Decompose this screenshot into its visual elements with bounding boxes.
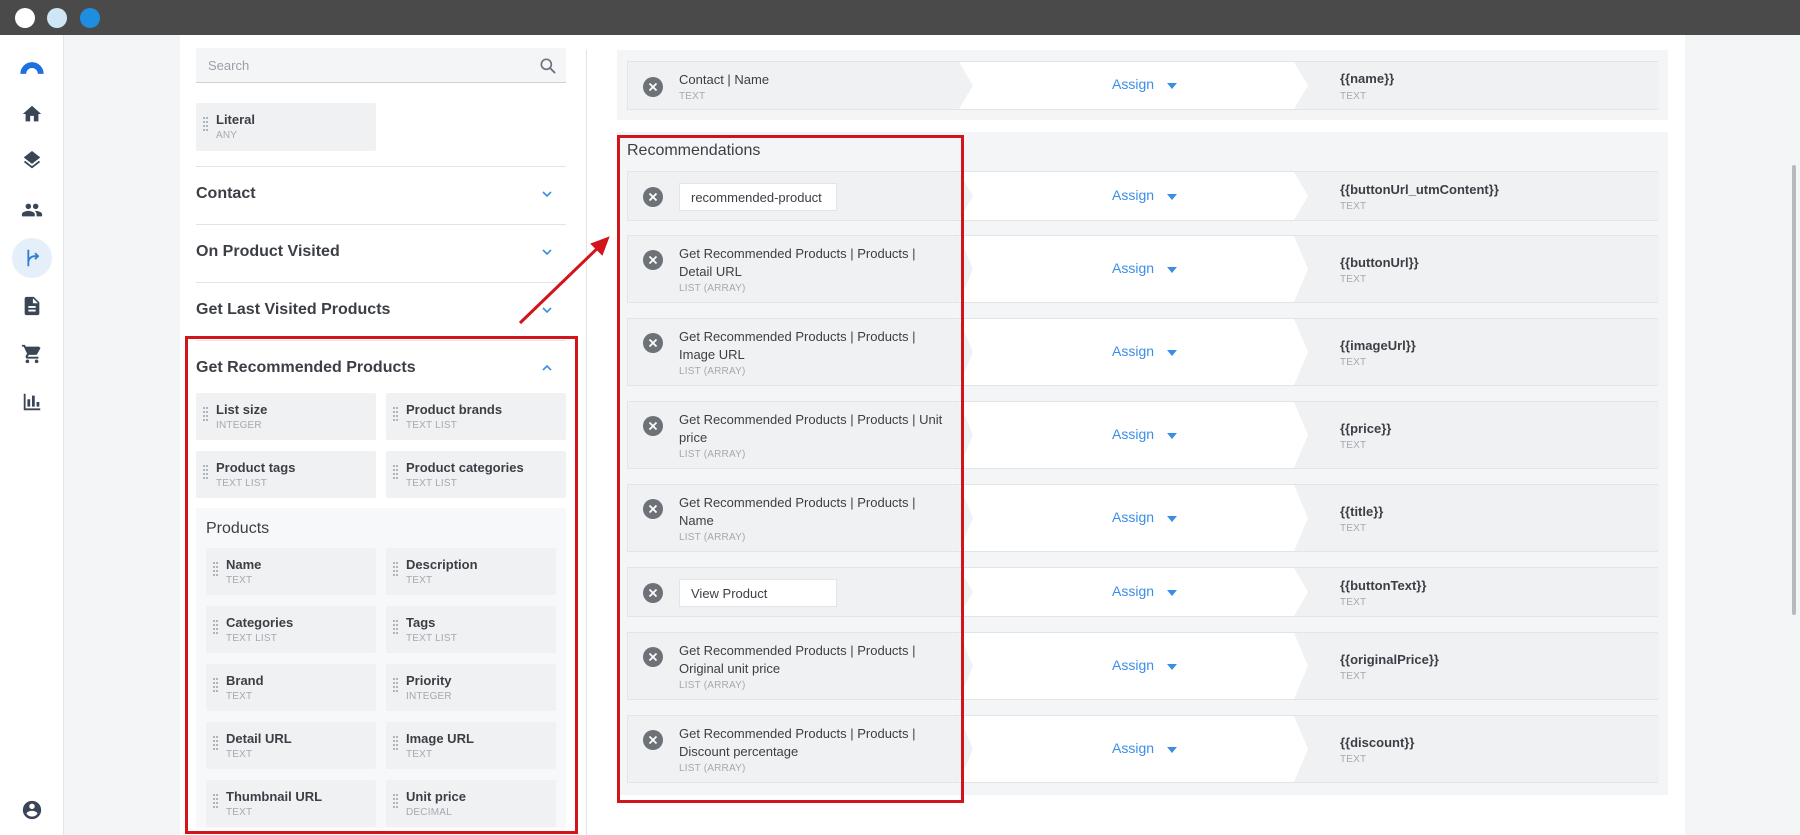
source-type: TEXT xyxy=(679,91,706,102)
assign-dropdown[interactable]: Assign xyxy=(1112,187,1154,203)
arrow-right-icon xyxy=(1294,633,1308,699)
assign-dropdown[interactable]: Assign xyxy=(1112,740,1154,756)
target-type: TEXT xyxy=(1340,274,1367,285)
bar-chart-icon[interactable] xyxy=(12,382,52,422)
window-maximize-button[interactable] xyxy=(80,8,100,28)
section-title: Contact xyxy=(196,185,256,202)
arrow-right-icon xyxy=(1294,568,1308,616)
nav-sidebar xyxy=(0,35,64,835)
target-label: {{buttonText}} xyxy=(1340,578,1427,593)
arrow-right-icon xyxy=(1294,485,1308,551)
assign-dropdown[interactable]: Assign xyxy=(1112,343,1154,359)
caret-down-icon[interactable] xyxy=(1167,350,1177,356)
target-label: {{buttonUrl}} xyxy=(1340,255,1419,270)
brand-logo-icon[interactable] xyxy=(12,48,52,88)
field-chip-literal[interactable]: Literal ANY xyxy=(196,103,376,151)
assign-dropdown[interactable]: Assign xyxy=(1112,509,1154,525)
target-label: {{name}} xyxy=(1340,71,1395,86)
target-label: {{title}} xyxy=(1340,504,1384,519)
window-titlebar xyxy=(0,0,1800,35)
panel-divider xyxy=(586,50,587,835)
target-label: {{price}} xyxy=(1340,421,1392,436)
drag-handle-icon[interactable] xyxy=(203,117,209,133)
caret-down-icon[interactable] xyxy=(1167,433,1177,439)
remove-icon[interactable] xyxy=(643,77,663,97)
layers-icon[interactable] xyxy=(12,142,52,182)
field-type: ANY xyxy=(216,130,238,141)
caret-down-icon[interactable] xyxy=(1167,747,1177,753)
flow-branch-icon[interactable] xyxy=(12,238,52,278)
mapping-row-name: Contact | Name TEXT Assign {{name}} TEXT xyxy=(627,61,1659,110)
target-type: TEXT xyxy=(1340,671,1367,682)
caret-down-icon[interactable] xyxy=(1167,194,1177,200)
assign-dropdown[interactable]: Assign xyxy=(1112,76,1154,92)
target-label: {{discount}} xyxy=(1340,735,1415,750)
window-minimize-button[interactable] xyxy=(47,8,67,28)
field-name: Literal xyxy=(216,112,256,127)
target-type: TEXT xyxy=(1340,357,1367,368)
caret-down-icon[interactable] xyxy=(1167,83,1177,89)
arrow-right-icon xyxy=(1294,319,1308,385)
caret-down-icon[interactable] xyxy=(1167,664,1177,670)
annotation-arrow-icon xyxy=(518,236,610,325)
assign-dropdown[interactable]: Assign xyxy=(1112,583,1154,599)
target-label: {{originalPrice}} xyxy=(1340,652,1439,667)
account-icon[interactable] xyxy=(12,790,52,830)
arrow-right-icon xyxy=(1294,236,1308,302)
section-contact[interactable]: Contact xyxy=(196,166,566,224)
section-title: Get Last Visited Products xyxy=(196,301,391,318)
target-type: TEXT xyxy=(1340,523,1367,534)
window-close-button[interactable] xyxy=(15,8,35,28)
search-field[interactable]: Search xyxy=(196,48,566,83)
arrow-right-icon xyxy=(1294,172,1308,220)
caret-down-icon[interactable] xyxy=(1167,516,1177,522)
highlight-box-mapping-sources xyxy=(617,135,964,803)
assign-dropdown[interactable]: Assign xyxy=(1112,260,1154,276)
target-type: TEXT xyxy=(1340,201,1367,212)
vertical-scrollbar[interactable] xyxy=(1792,165,1796,615)
assign-dropdown[interactable]: Assign xyxy=(1112,657,1154,673)
target-type: TEXT xyxy=(1340,597,1367,608)
target-type: TEXT xyxy=(1340,91,1367,102)
caret-down-icon[interactable] xyxy=(1167,267,1177,273)
arrow-right-icon xyxy=(1294,402,1308,468)
chevron-down-icon[interactable] xyxy=(540,187,554,201)
cart-icon[interactable] xyxy=(12,334,52,374)
caret-down-icon[interactable] xyxy=(1167,590,1177,596)
people-icon[interactable] xyxy=(12,190,52,230)
search-icon[interactable] xyxy=(538,56,558,76)
arrow-right-icon xyxy=(1294,62,1308,109)
search-placeholder: Search xyxy=(208,58,250,73)
home-icon[interactable] xyxy=(12,94,52,134)
arrow-right-icon xyxy=(959,62,973,109)
document-icon[interactable] xyxy=(12,286,52,326)
source-label: Contact | Name xyxy=(679,72,770,87)
target-type: TEXT xyxy=(1340,440,1367,451)
assign-dropdown[interactable]: Assign xyxy=(1112,426,1154,442)
target-label: {{imageUrl}} xyxy=(1340,338,1416,353)
target-type: TEXT xyxy=(1340,754,1367,765)
highlight-box-source-fields xyxy=(185,336,578,834)
target-label: {{buttonUrl_utmContent}} xyxy=(1340,182,1499,197)
section-title: On Product Visited xyxy=(196,243,340,260)
arrow-right-icon xyxy=(1294,716,1308,782)
